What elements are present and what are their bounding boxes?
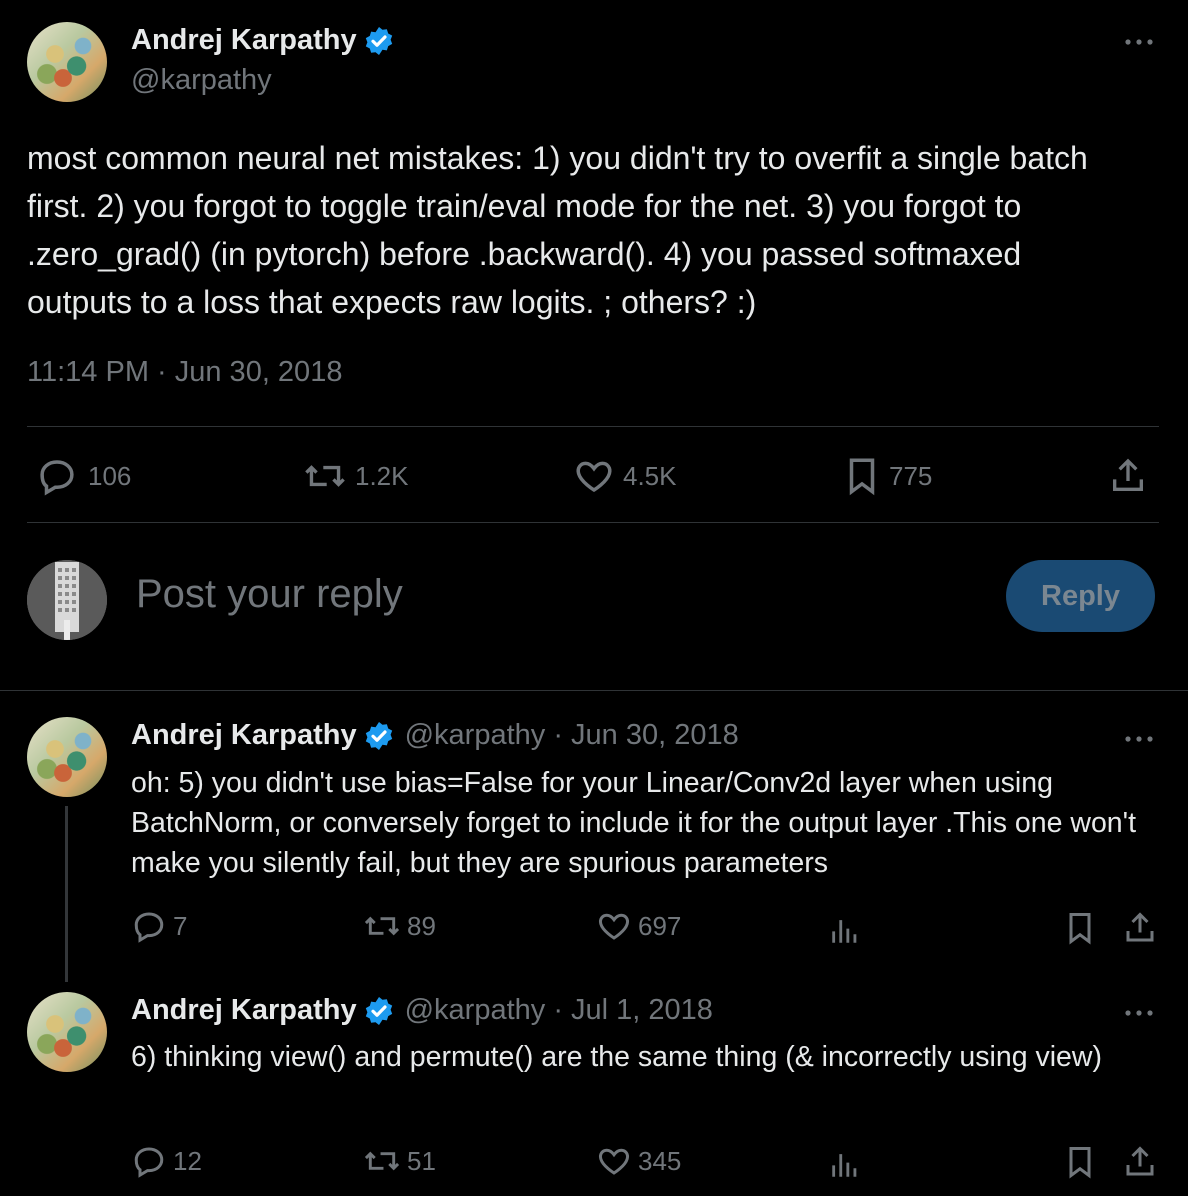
thread-reply-count-1: 7: [173, 910, 188, 941]
thread-author-name-1[interactable]: Andrej Karpathy: [131, 719, 357, 752]
thread-avatar-1[interactable]: [27, 717, 107, 797]
thread-like-action-2[interactable]: 345: [596, 1143, 681, 1179]
verified-badge-icon: [365, 996, 392, 1025]
reply-input[interactable]: Post your reply: [136, 572, 403, 617]
thread-avatar-2[interactable]: [27, 992, 107, 1072]
thread-repost-action-1[interactable]: 89: [363, 908, 436, 944]
divider-top: [27, 426, 1159, 427]
thread-reply-action-2[interactable]: 12: [131, 1143, 202, 1179]
section-divider: [0, 690, 1188, 691]
reply-button[interactable]: Reply: [1006, 560, 1155, 632]
heart-icon: [598, 1148, 630, 1175]
thread-author-name-2[interactable]: Andrej Karpathy: [131, 994, 357, 1027]
share-icon[interactable]: [1122, 1144, 1158, 1180]
repost-action[interactable]: 1.2K: [303, 455, 409, 497]
thread-reply-count-2: 12: [173, 1145, 202, 1176]
post-text: most common neural net mistakes: 1) you …: [27, 140, 1088, 320]
heart-icon: [576, 461, 612, 493]
verified-badge-icon: [365, 26, 392, 55]
thread-repost-count-2: 51: [407, 1145, 436, 1176]
thread-repost-count-1: 89: [407, 910, 436, 941]
bookmark-icon: [849, 458, 875, 496]
like-count: 4.5K: [623, 460, 677, 491]
bookmark-count: 775: [889, 460, 933, 491]
more-options-icon[interactable]: [1124, 37, 1154, 47]
thread-like-count-2: 345: [638, 1145, 682, 1176]
more-options-icon[interactable]: [1124, 1008, 1154, 1018]
thread-like-action-1[interactable]: 697: [596, 908, 681, 944]
thread-meta-2[interactable]: @karpathy · Jul 1, 2018: [405, 994, 713, 1027]
author-handle[interactable]: @karpathy: [131, 64, 272, 97]
thread-text-1: oh: 5) you didn't use bias=False for you…: [131, 767, 1137, 879]
bookmark-action[interactable]: 775: [843, 455, 932, 497]
share-icon[interactable]: [1108, 455, 1148, 497]
repost-icon: [364, 916, 400, 936]
thread-connector: [65, 806, 68, 982]
thread-text-2: 6) thinking view() and permute() are the…: [131, 1041, 1102, 1073]
reply-button-label: Reply: [1041, 579, 1120, 612]
repost-icon: [305, 465, 345, 487]
bookmark-icon[interactable]: [1064, 1144, 1096, 1180]
heart-icon: [598, 913, 630, 940]
reply-icon: [40, 460, 74, 496]
thread-like-count-1: 697: [638, 910, 682, 941]
more-options-icon[interactable]: [1124, 734, 1154, 744]
divider-bottom: [27, 522, 1159, 523]
thread-repost-action-2[interactable]: 51: [363, 1143, 436, 1179]
thread-meta-1[interactable]: @karpathy · Jun 30, 2018: [405, 719, 739, 752]
repost-icon: [364, 1151, 400, 1171]
reply-icon: [134, 912, 164, 943]
bookmark-icon[interactable]: [1064, 910, 1096, 946]
reply-action[interactable]: 106: [36, 455, 131, 497]
my-avatar-image: [27, 560, 107, 640]
my-avatar[interactable]: [27, 560, 107, 640]
author-avatar[interactable]: [27, 22, 107, 102]
share-icon[interactable]: [1122, 910, 1158, 946]
like-action[interactable]: 4.5K: [573, 455, 677, 497]
repost-count: 1.2K: [355, 460, 409, 491]
analytics-icon[interactable]: [828, 1146, 862, 1182]
thread-reply-action-1[interactable]: 7: [131, 908, 187, 944]
reply-count: 106: [88, 460, 132, 491]
reply-icon: [134, 1147, 164, 1178]
author-name[interactable]: Andrej Karpathy: [131, 24, 357, 57]
post-timestamp[interactable]: 11:14 PM · Jun 30, 2018: [27, 356, 342, 389]
analytics-icon[interactable]: [828, 912, 862, 948]
verified-badge-icon: [365, 721, 392, 750]
